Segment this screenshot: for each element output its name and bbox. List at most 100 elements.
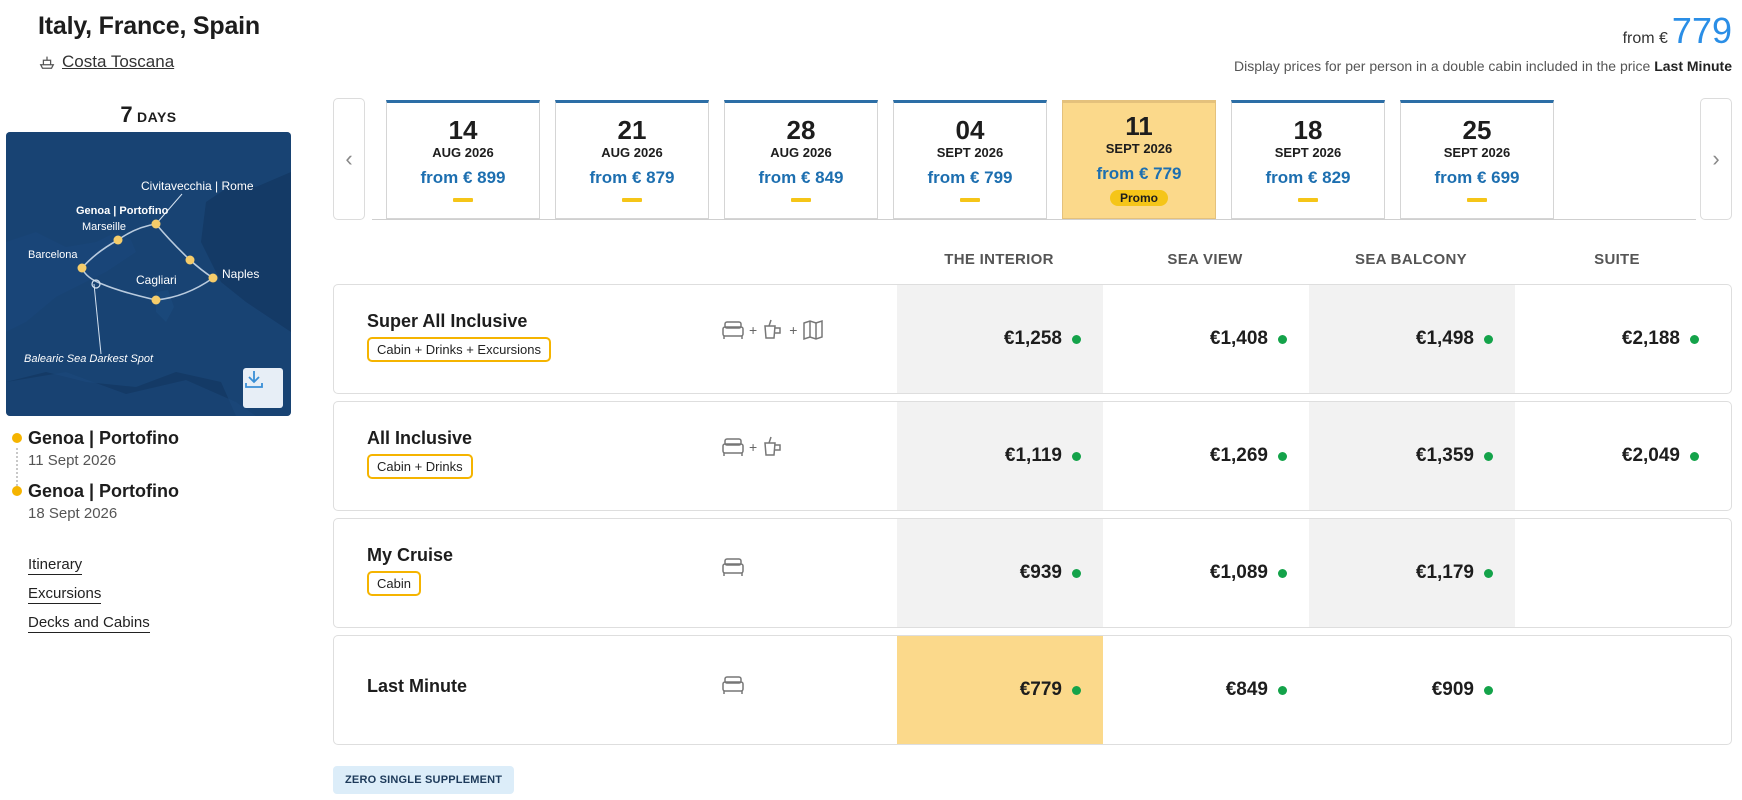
- available-dot: [1278, 685, 1287, 695]
- ship-name[interactable]: Costa Toscana: [62, 52, 174, 72]
- date-day: 18: [1293, 115, 1323, 145]
- date-day: 04: [955, 115, 985, 145]
- port-list: Genoa | Portofino 11 Sept 2026 Genoa | P…: [10, 428, 290, 534]
- date-option-selected[interactable]: 11 SEPT 2026 from € 779 Promo: [1062, 100, 1216, 219]
- price-sea-balcony[interactable]: €1,498: [1309, 285, 1515, 393]
- itinerary-map[interactable]: Civitavecchia | Rome Genoa | Portofino M…: [6, 132, 291, 416]
- price-value: €2,049: [1621, 445, 1680, 466]
- date-day: 14: [448, 115, 478, 145]
- price-value: €2,188: [1621, 328, 1680, 349]
- date-month: SEPT 2026: [1105, 141, 1173, 156]
- price-sea-balcony[interactable]: €909: [1309, 636, 1515, 744]
- price-sea-view[interactable]: €1,089: [1103, 519, 1309, 627]
- port-marker: [185, 255, 195, 265]
- fare-tag: Cabin: [367, 571, 421, 596]
- drink-icon: [764, 436, 781, 456]
- bed-icon: [722, 438, 744, 456]
- ship-icon: [39, 56, 55, 69]
- price-value: €779: [1019, 679, 1062, 700]
- date-option[interactable]: 18 SEPT 2026 from € 829: [1231, 100, 1385, 219]
- date-price: from € 799: [927, 168, 1013, 187]
- price-interior[interactable]: €939: [897, 519, 1103, 627]
- map-label-genoa: Genoa | Portofino: [76, 205, 169, 217]
- decks-cabins-link[interactable]: Decks and Cabins: [28, 614, 150, 633]
- fare-row-my-cruise: My Cruise Cabin €939 €1,089 €1,179: [333, 518, 1732, 628]
- date-option[interactable]: 21 AUG 2026 from € 879: [555, 100, 709, 219]
- price-suite[interactable]: €2,049: [1515, 402, 1721, 510]
- price-note: Display prices for per person in a doubl…: [1234, 58, 1732, 74]
- port-date: 18 Sept 2026: [28, 505, 118, 522]
- excursions-link[interactable]: Excursions: [28, 585, 102, 604]
- availability-bar: [622, 198, 642, 202]
- price-sea-balcony[interactable]: €1,359: [1309, 402, 1515, 510]
- available-dot: [1072, 568, 1081, 578]
- available-dot: [1484, 451, 1493, 461]
- available-dot: [1484, 568, 1493, 578]
- fare-row-last-minute: Last Minute €779 €849 €909: [333, 635, 1732, 745]
- price-suite[interactable]: €2,188: [1515, 285, 1721, 393]
- dates-next-button[interactable]: ›: [1700, 98, 1732, 220]
- days-count: 7: [120, 102, 133, 127]
- date-day: 25: [1462, 115, 1492, 145]
- port-marker: [151, 219, 161, 229]
- dates-divider: [372, 219, 1696, 220]
- port-item: Genoa | Portofino 11 Sept 2026: [10, 428, 290, 469]
- duration: 7 DAYS: [6, 102, 291, 128]
- date-option[interactable]: 04 SEPT 2026 from € 799: [893, 100, 1047, 219]
- dates-prev-button[interactable]: ‹: [333, 98, 365, 220]
- price-interior[interactable]: €1,258: [897, 285, 1103, 393]
- date-price: from € 699: [1434, 168, 1520, 187]
- fare-icons: + +: [721, 318, 825, 342]
- bed-icon: [722, 558, 744, 576]
- price-note-fare: Last Minute: [1654, 58, 1732, 74]
- price-sea-view[interactable]: €1,408: [1103, 285, 1309, 393]
- col-header-interior: THE INTERIOR: [944, 251, 1054, 268]
- available-dot: [1072, 334, 1081, 344]
- available-dot: [1278, 568, 1287, 578]
- download-map-button[interactable]: [243, 368, 283, 408]
- date-day: 28: [786, 115, 816, 145]
- ship-link[interactable]: Costa Toscana: [38, 52, 174, 72]
- price-sea-view[interactable]: €849: [1103, 636, 1309, 744]
- fare-icons: [721, 556, 745, 578]
- map-label-marseille: Marseille: [82, 221, 126, 233]
- download-icon: [245, 371, 263, 388]
- price-value: €1,359: [1415, 445, 1474, 466]
- available-dot: [1278, 451, 1287, 461]
- port-marker: [113, 235, 123, 245]
- price-interior-selected[interactable]: €779: [897, 636, 1103, 744]
- date-option[interactable]: 28 AUG 2026 from € 849: [724, 100, 878, 219]
- map-label-cagliari: Cagliari: [136, 273, 177, 287]
- col-header-sea-balcony: SEA BALCONY: [1355, 251, 1467, 268]
- date-option[interactable]: 14 AUG 2026 from € 899: [386, 100, 540, 219]
- plus-icon: +: [749, 439, 758, 455]
- port-item: Genoa | Portofino 18 Sept 2026: [10, 481, 290, 522]
- port-marker: [77, 263, 87, 273]
- header-price: from € 779: [1623, 10, 1732, 52]
- date-option[interactable]: 25 SEPT 2026 from € 699: [1400, 100, 1554, 219]
- fare-name: Super All Inclusive: [367, 311, 528, 331]
- fare-name: All Inclusive: [367, 428, 473, 448]
- from-price: 779: [1671, 10, 1732, 51]
- date-month: AUG 2026: [432, 145, 494, 160]
- availability-bar: [453, 198, 473, 202]
- port-name: Genoa | Portofino: [28, 481, 180, 501]
- price-interior[interactable]: €1,119: [897, 402, 1103, 510]
- date-price: from € 829: [1265, 168, 1351, 187]
- map-label-civitavecchia: Civitavecchia | Rome: [141, 179, 254, 193]
- price-value: €1,258: [1003, 328, 1062, 349]
- availability-bar: [1298, 198, 1318, 202]
- date-price: from € 849: [758, 168, 844, 187]
- itinerary-link[interactable]: Itinerary: [28, 556, 83, 575]
- col-header-suite: SUITE: [1594, 251, 1640, 268]
- availability-bar: [1467, 198, 1487, 202]
- port-dot: [12, 486, 22, 496]
- price-note-text: Display prices for per person in a doubl…: [1233, 58, 1651, 74]
- date-day: 11: [1125, 111, 1153, 141]
- price-sea-balcony[interactable]: €1,179: [1309, 519, 1515, 627]
- map-label-barcelona: Barcelona: [28, 249, 78, 261]
- date-price: from € 879: [589, 168, 675, 187]
- fare-icons: +: [721, 435, 785, 459]
- price-sea-view[interactable]: €1,269: [1103, 402, 1309, 510]
- availability-bar: [791, 198, 811, 202]
